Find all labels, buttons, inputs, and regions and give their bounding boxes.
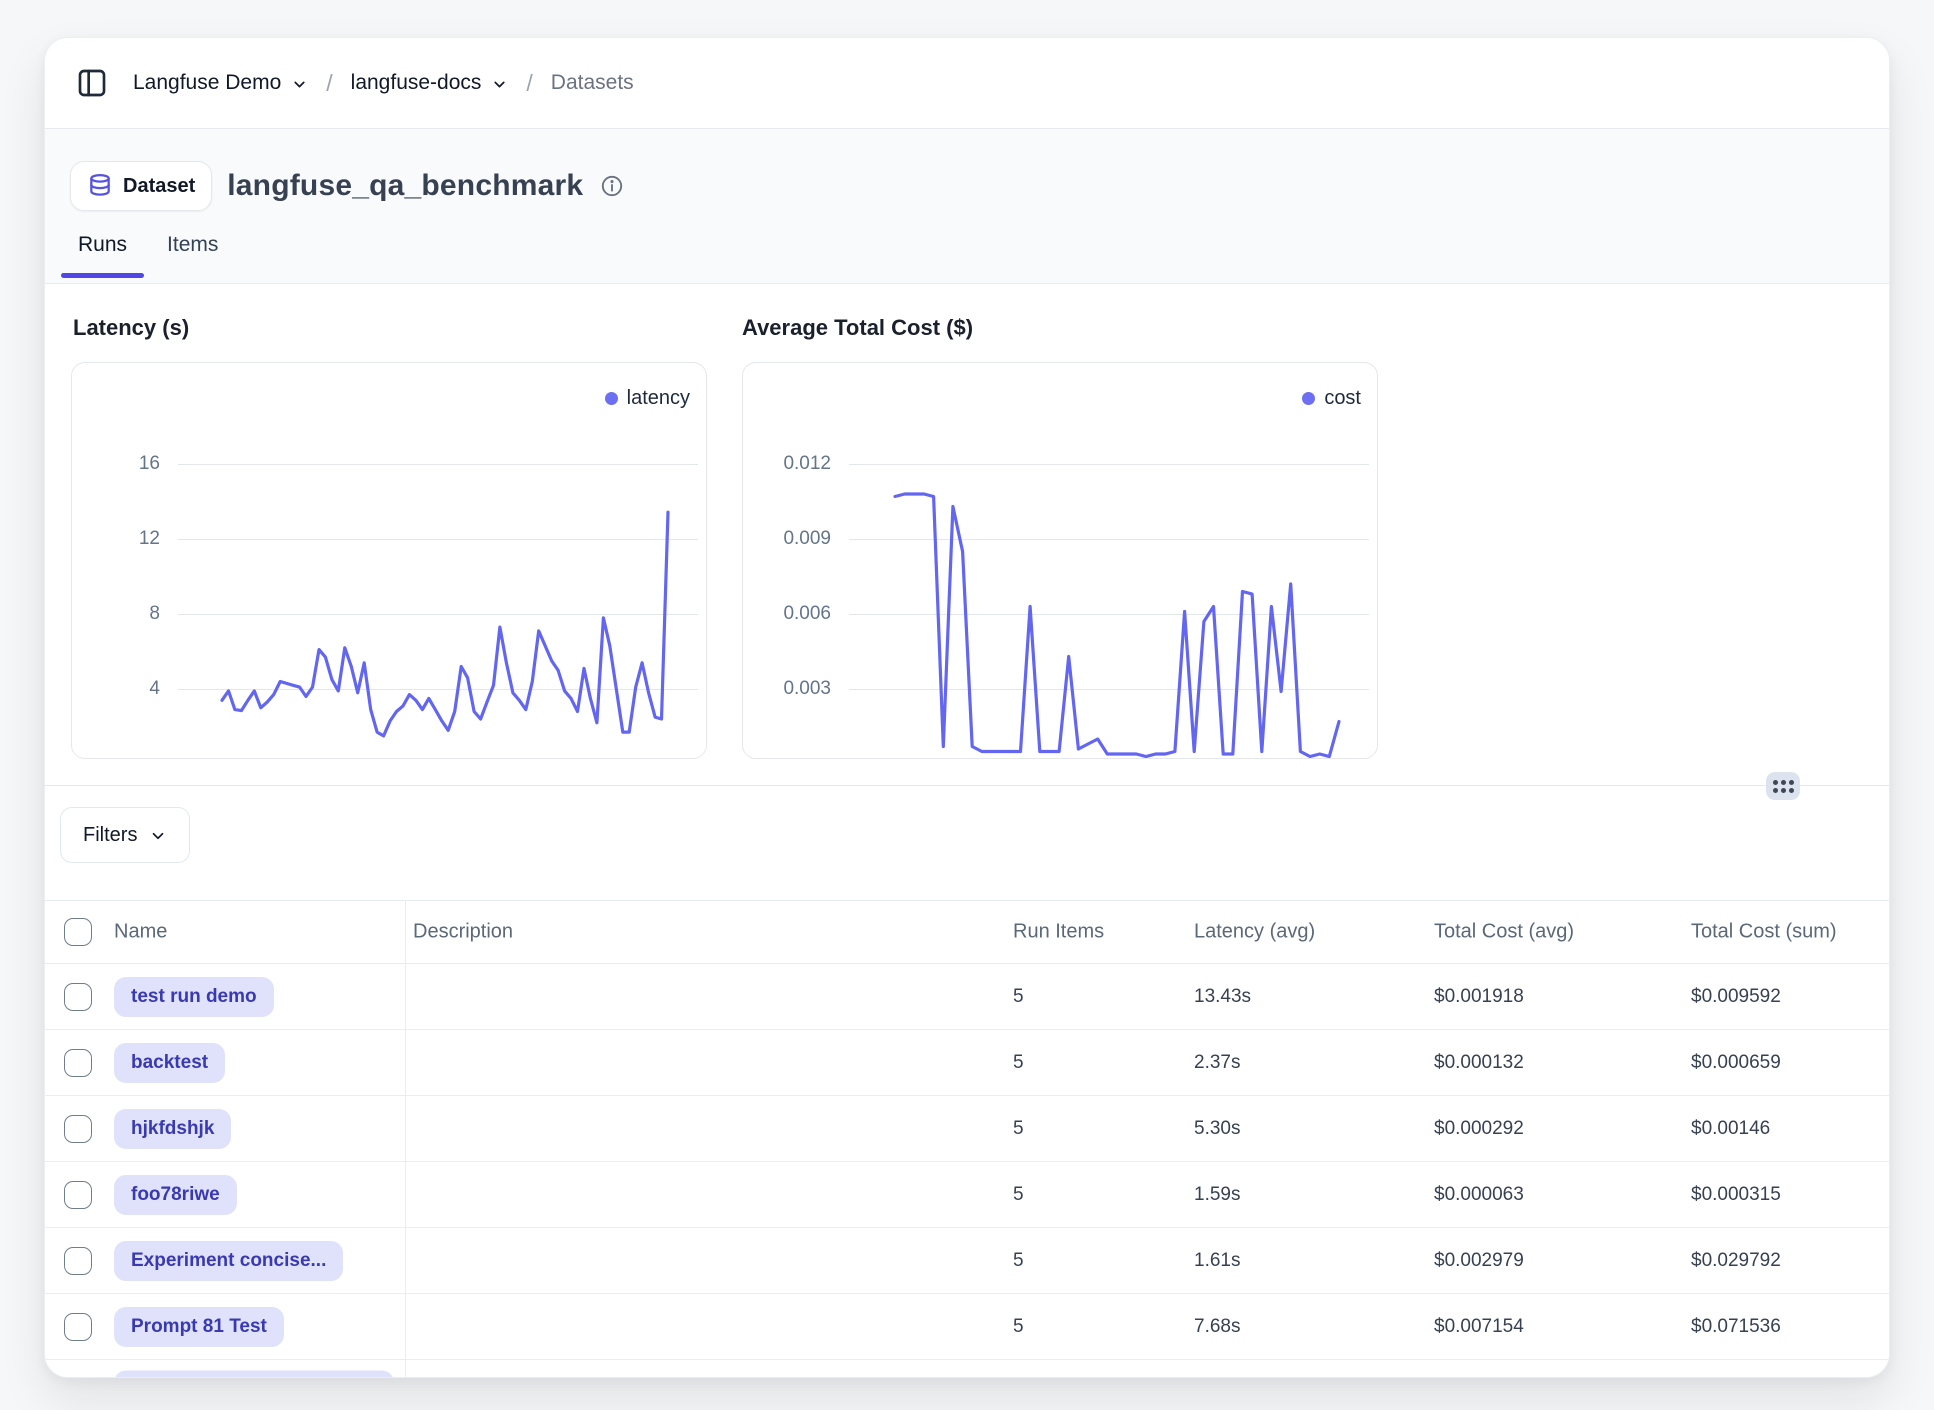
run-name-badge[interactable]: Prompt 81 Test	[114, 1307, 284, 1347]
cell-total-cost-avg: $0.000292	[1434, 1118, 1524, 1140]
run-name-badge[interactable]	[114, 1370, 394, 1378]
column-divider	[405, 900, 406, 1377]
row-checkbox[interactable]	[64, 1115, 92, 1143]
table-row[interactable]: Prompt 81 Test 5 7.68s $0.007154 $0.0715…	[45, 1294, 1889, 1360]
filters-button-label: Filters	[83, 824, 137, 847]
breadcrumb-project[interactable]: langfuse-docs	[351, 71, 509, 95]
app-window: Langfuse Demo / langfuse-docs / Datasets	[44, 37, 1890, 1378]
dataset-header-section: Dataset langfuse_qa_benchmark Runs Items	[45, 128, 1889, 284]
column-header-total-cost-sum[interactable]: Total Cost (sum)	[1691, 921, 1837, 944]
table-row[interactable]: Experiment concise... 5 1.61s $0.002979 …	[45, 1228, 1889, 1294]
tab-items[interactable]: Items	[150, 233, 235, 283]
cell-total-cost-avg: $0.000132	[1434, 1052, 1524, 1074]
cell-run-items: 5	[1013, 1316, 1024, 1338]
cost-chart-card: 0.012 0.009 0.006 0.003 cost	[742, 362, 1378, 759]
page-title: langfuse_qa_benchmark	[227, 169, 583, 203]
row-checkbox[interactable]	[64, 1181, 92, 1209]
cell-run-items: 5	[1013, 1118, 1024, 1140]
table-body: test run demo 5 13.43s $0.001918 $0.0095…	[45, 964, 1889, 1378]
grip-dots-icon	[1773, 780, 1794, 793]
row-checkbox[interactable]	[64, 1247, 92, 1275]
row-checkbox[interactable]	[64, 1049, 92, 1077]
cell-latency-avg: 1.59s	[1194, 1184, 1240, 1206]
cell-run-items: 5	[1013, 986, 1024, 1008]
breadcrumb-slash: /	[526, 70, 532, 97]
top-bar: Langfuse Demo / langfuse-docs / Datasets	[45, 38, 1889, 128]
chevron-down-icon	[491, 76, 508, 93]
latency-chart-title: Latency (s)	[73, 315, 189, 341]
cost-legend: cost	[1302, 387, 1361, 410]
column-header-latency-avg[interactable]: Latency (avg)	[1194, 921, 1315, 944]
breadcrumb-org-label: Langfuse Demo	[133, 71, 281, 95]
table-row[interactable]	[45, 1360, 1889, 1378]
database-icon	[87, 173, 113, 199]
info-icon[interactable]	[600, 174, 624, 198]
column-header-name[interactable]: Name	[114, 921, 167, 944]
legend-dot	[1302, 392, 1315, 405]
breadcrumb-page[interactable]: Datasets	[551, 71, 634, 95]
section-divider	[45, 785, 1889, 786]
cell-total-cost-avg: $0.001918	[1434, 986, 1524, 1008]
latency-line-chart	[72, 363, 707, 759]
sidebar-toggle-icon[interactable]	[75, 66, 109, 100]
legend-label: cost	[1324, 387, 1361, 410]
panel-resize-handle[interactable]	[1766, 772, 1800, 800]
cell-total-cost-sum: $0.000315	[1691, 1184, 1781, 1206]
breadcrumb: Langfuse Demo / langfuse-docs / Datasets	[133, 70, 634, 97]
breadcrumb-org[interactable]: Langfuse Demo	[133, 71, 308, 95]
latency-legend: latency	[605, 387, 690, 410]
run-name-badge[interactable]: test run demo	[114, 977, 274, 1017]
table-row[interactable]: backtest 5 2.37s $0.000132 $0.000659	[45, 1030, 1889, 1096]
cell-latency-avg: 13.43s	[1194, 986, 1251, 1008]
table-row[interactable]: foo78riwe 5 1.59s $0.000063 $0.000315	[45, 1162, 1889, 1228]
tab-bar: Runs Items	[61, 233, 235, 283]
chevron-down-icon	[149, 827, 167, 845]
column-header-description[interactable]: Description	[413, 921, 513, 944]
filters-button[interactable]: Filters	[60, 807, 190, 863]
column-header-total-cost-avg[interactable]: Total Cost (avg)	[1434, 921, 1574, 944]
breadcrumb-slash: /	[326, 70, 332, 97]
run-name-badge[interactable]: Experiment concise...	[114, 1241, 343, 1281]
cell-run-items: 5	[1013, 1052, 1024, 1074]
cell-total-cost-sum: $0.00146	[1691, 1118, 1770, 1140]
cell-run-items: 5	[1013, 1250, 1024, 1272]
cell-latency-avg: 1.61s	[1194, 1250, 1240, 1272]
run-name-badge[interactable]: backtest	[114, 1043, 225, 1083]
run-name-badge[interactable]: foo78riwe	[114, 1175, 237, 1215]
cell-total-cost-sum: $0.071536	[1691, 1316, 1781, 1338]
cell-latency-avg: 2.37s	[1194, 1052, 1240, 1074]
column-header-run-items[interactable]: Run Items	[1013, 921, 1104, 944]
dataset-type-badge: Dataset	[70, 161, 212, 211]
cell-total-cost-sum: $0.009592	[1691, 986, 1781, 1008]
cell-total-cost-sum: $0.029792	[1691, 1250, 1781, 1272]
row-checkbox[interactable]	[64, 983, 92, 1011]
run-name-badge[interactable]: hjkfdshjk	[114, 1109, 231, 1149]
legend-label: latency	[627, 387, 690, 410]
table-row[interactable]: hjkfdshjk 5 5.30s $0.000292 $0.00146	[45, 1096, 1889, 1162]
chevron-down-icon	[291, 76, 308, 93]
cell-latency-avg: 5.30s	[1194, 1118, 1240, 1140]
cell-run-items: 5	[1013, 1184, 1024, 1206]
dataset-badge-label: Dataset	[123, 175, 195, 198]
cost-line-chart	[743, 363, 1378, 759]
breadcrumb-project-label: langfuse-docs	[351, 71, 482, 95]
row-checkbox[interactable]	[64, 1313, 92, 1341]
cell-total-cost-sum: $0.000659	[1691, 1052, 1781, 1074]
tab-runs[interactable]: Runs	[61, 233, 144, 283]
cost-chart-title: Average Total Cost ($)	[742, 315, 973, 341]
cell-total-cost-avg: $0.002979	[1434, 1250, 1524, 1272]
table-row[interactable]: test run demo 5 13.43s $0.001918 $0.0095…	[45, 964, 1889, 1030]
table-header-row: Name Description Run Items Latency (avg)…	[45, 900, 1889, 964]
select-all-checkbox[interactable]	[64, 918, 92, 946]
cell-total-cost-avg: $0.007154	[1434, 1316, 1524, 1338]
cell-latency-avg: 7.68s	[1194, 1316, 1240, 1338]
legend-dot	[605, 392, 618, 405]
runs-table: Name Description Run Items Latency (avg)…	[45, 900, 1889, 1377]
latency-chart-card: 16 12 8 4 latency	[71, 362, 707, 759]
cell-total-cost-avg: $0.000063	[1434, 1184, 1524, 1206]
